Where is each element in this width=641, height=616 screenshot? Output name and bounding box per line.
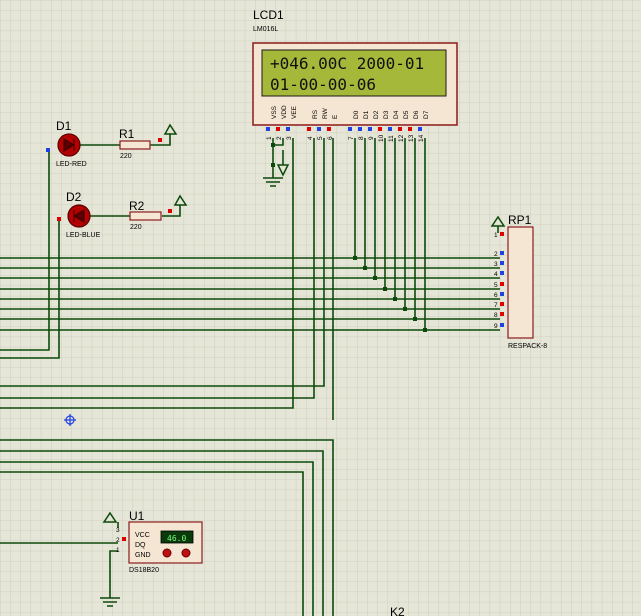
lcd-pin-number: 5	[317, 136, 324, 140]
pin-marker	[168, 209, 172, 213]
lcd-pin-name: D3	[383, 110, 390, 119]
u1-pin-number: 1	[116, 547, 120, 554]
lcd-pin-number: 11	[388, 135, 395, 142]
rp1-pin-number: 3	[494, 261, 498, 268]
lcd-pin-number: 13	[408, 134, 415, 142]
u1-pin-number: 2	[116, 537, 120, 544]
u1-ref-label: U1	[129, 509, 145, 523]
u1-pin-label: GND	[135, 552, 151, 559]
lcd-pin-name: D6	[413, 110, 420, 119]
lcd-pin-name: VDD	[281, 105, 288, 119]
u1-pin-label: VCC	[135, 532, 150, 539]
lcd-pin-number: 2	[276, 136, 283, 140]
resistor-body-icon	[119, 140, 151, 150]
lcd-pin-name: D1	[363, 110, 370, 119]
d1-part-label: LED-RED	[56, 161, 87, 168]
lcd-pin-name: D0	[353, 110, 360, 119]
lcd-pin-name: E	[332, 114, 339, 119]
lcd-pin-name: VSS	[271, 105, 278, 119]
lcd-pin-number: 6	[327, 136, 334, 140]
d1-ref-label: D1	[56, 119, 72, 133]
lcd-line-2: 01-00-00-06	[270, 75, 376, 94]
lcd-pin-number: 8	[358, 136, 365, 140]
schematic-canvas[interactable]: LCD1 LM016L +046.00C 2000-01 01-00-00-06…	[0, 0, 641, 616]
d2-part-label: LED-BLUE	[66, 232, 101, 239]
rp1-pin-number: 6	[494, 292, 498, 299]
r2-value-label: 220	[130, 224, 142, 231]
r2-ref-label: R2	[129, 199, 145, 213]
u1-pin-label: DQ	[135, 542, 146, 549]
rp1-pin-number: 1	[494, 232, 498, 239]
lcd-pin-number: 14	[418, 134, 425, 142]
rp1-pin-number: 4	[494, 271, 498, 278]
lcd-part-label: LM016L	[253, 26, 278, 33]
lcd-pin-number: 10	[378, 134, 385, 142]
lcd-pin-name: VEE	[291, 105, 298, 119]
u1-pin-number: 3	[116, 527, 120, 534]
lcd-pin-name: D7	[423, 110, 430, 119]
increment-button-icon[interactable]	[181, 548, 191, 558]
r1-value-label: 220	[120, 153, 132, 160]
lcd-pin-number: 7	[348, 136, 355, 140]
lcd-line-1: +046.00C 2000-01	[270, 54, 424, 73]
rp1-part-label: RESPACK-8	[508, 343, 547, 350]
lcd-pin-number: 1	[266, 136, 273, 140]
lcd-pin-number: 4	[307, 136, 314, 140]
pin-marker	[158, 138, 162, 142]
lcd-pin-name: D2	[373, 110, 380, 119]
rp1-ref-label: RP1	[508, 213, 532, 227]
lcd-pin-name: RS	[312, 109, 319, 119]
lcd-pin-name: D5	[403, 110, 410, 119]
temperature-readout: 46.0	[167, 534, 186, 543]
lcd-pin-number: 12	[398, 134, 405, 142]
lcd-ref-label: LCD1	[253, 8, 284, 22]
pin-marker	[122, 537, 126, 541]
pin-marker	[46, 148, 50, 152]
rp1-pin-number: 8	[494, 312, 498, 319]
rp1-pin-number: 2	[494, 251, 498, 258]
u1-pin-numbers: 3 2 1	[116, 527, 120, 554]
u1-part-label: DS18B20	[129, 567, 159, 574]
lcd-pin-number: 3	[286, 136, 293, 140]
respack-body	[507, 226, 534, 339]
lcd-pin-name: RW	[322, 107, 329, 119]
k2-ref-label: K2	[390, 605, 405, 616]
d2-ref-label: D2	[66, 190, 82, 204]
rp1-pin-number: 5	[494, 282, 498, 289]
rp1-pin-number: 9	[494, 323, 498, 330]
rp1-pin-number: 7	[494, 302, 498, 309]
lcd-pin-number: 9	[368, 136, 375, 140]
decrement-button-icon[interactable]	[162, 548, 172, 558]
pin-marker	[57, 217, 61, 221]
resistor-body-icon	[129, 211, 162, 221]
lcd-pin-name: D4	[393, 110, 400, 119]
r1-ref-label: R1	[119, 127, 135, 141]
